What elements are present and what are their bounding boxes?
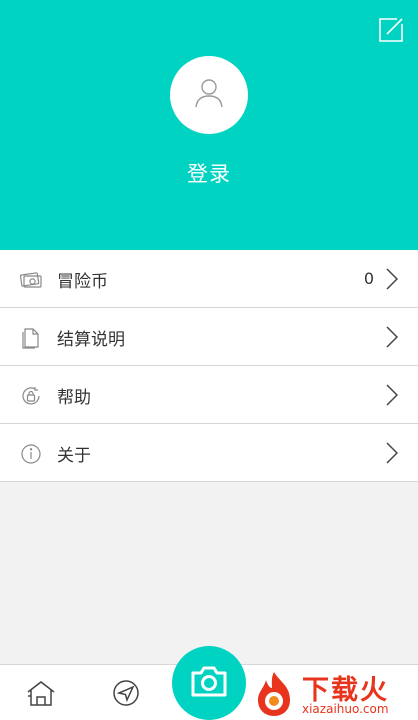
menu-item-label: 结算说明 [57,330,125,350]
user-icon [192,76,226,114]
help-icon [20,385,42,407]
money-icon [19,269,42,291]
menu-item-label: 帮助 [57,388,91,408]
chevron-right-icon [386,268,399,290]
chevron-right-icon [386,442,399,464]
info-icon [20,443,42,465]
menu-list: 冒险币 0 结算说明 帮助 关于 [0,250,418,482]
camera-icon [190,664,228,702]
menu-item-label: 冒险币 [57,272,108,292]
profile-header: 登录 [0,0,418,250]
chevron-right-icon [386,384,399,406]
menu-item-coins[interactable]: 冒险币 0 [0,250,418,308]
profile-screen: 登录 冒险币 0 结算说明 帮助 关于 下载火 xiazaihuo.com [0,0,418,720]
home-icon[interactable] [26,679,56,707]
menu-item-settlement[interactable]: 结算说明 [0,308,418,366]
avatar[interactable] [170,56,248,134]
document-icon [20,327,42,349]
login-button[interactable]: 登录 [0,158,418,188]
camera-button[interactable] [172,646,246,720]
menu-item-about[interactable]: 关于 [0,424,418,482]
coin-count: 0 [363,269,374,288]
flame-logo-icon [250,670,298,718]
chevron-right-icon [386,326,399,348]
send-icon[interactable] [112,679,140,707]
menu-item-help[interactable]: 帮助 [0,366,418,424]
edit-icon[interactable] [377,16,405,44]
menu-item-label: 关于 [57,446,91,466]
watermark: 下载火 xiazaihuo.com [248,664,418,720]
watermark-url: xiazaihuo.com [302,702,389,716]
